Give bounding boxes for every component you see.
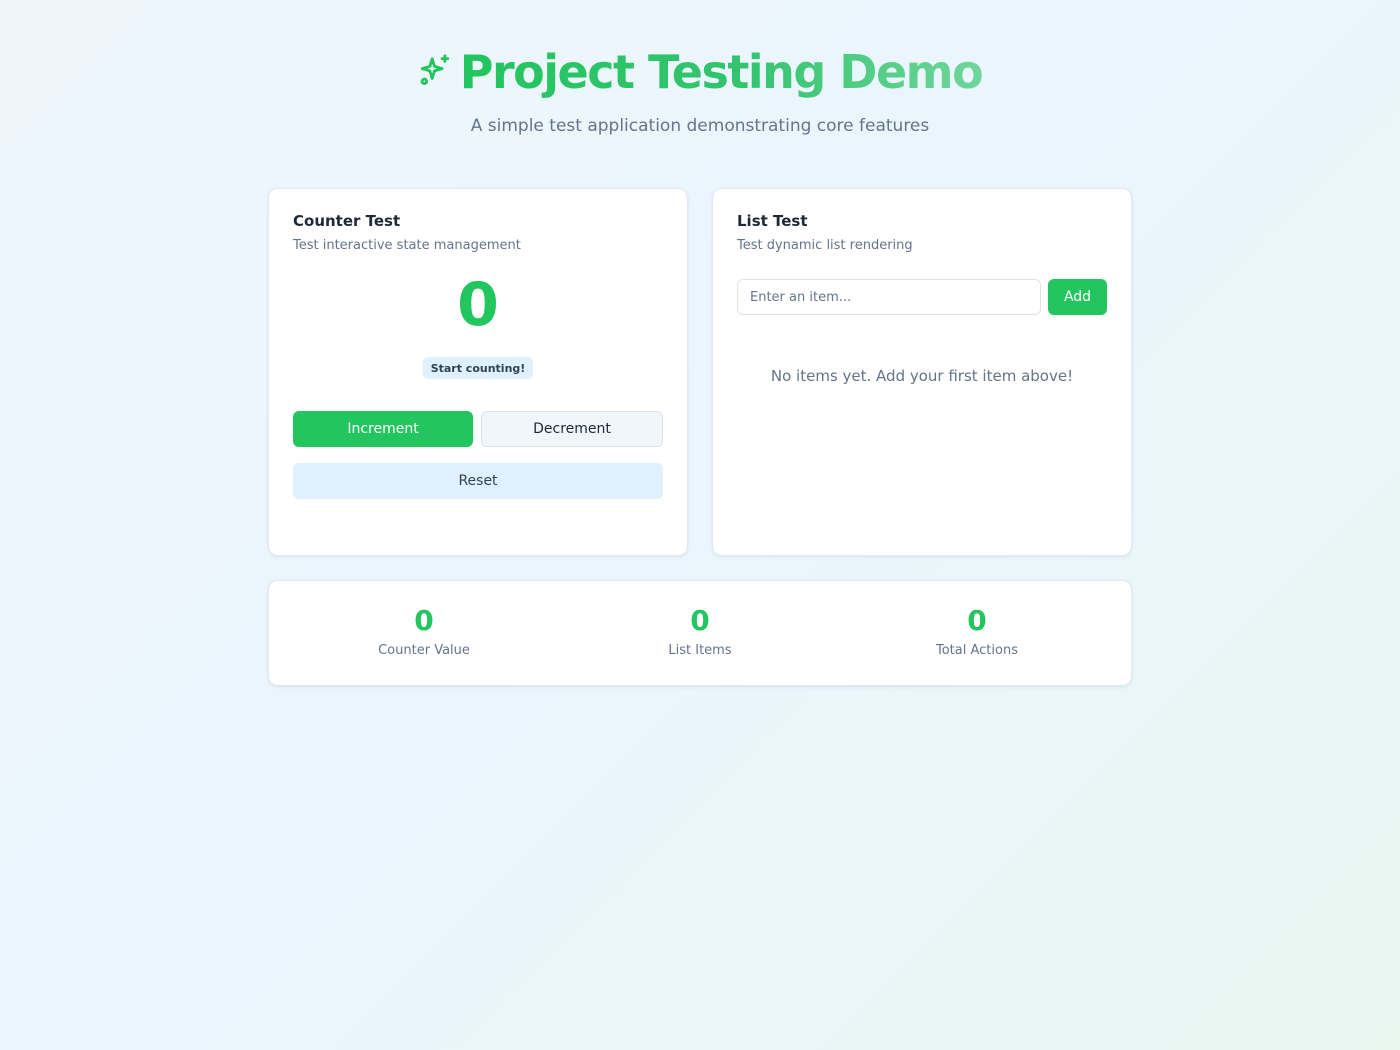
- stat-label: Counter Value: [378, 643, 470, 658]
- counter-value: 0: [457, 270, 499, 340]
- item-input[interactable]: [737, 279, 1041, 315]
- stat-label: List Items: [668, 643, 732, 658]
- stat-counter-value: 0 Counter Value: [324, 603, 524, 658]
- empty-list-message: No items yet. Add your first item above!: [770, 367, 1074, 385]
- counter-card-title: Counter Test: [293, 212, 401, 230]
- list-card-description: Test dynamic list rendering: [737, 238, 913, 253]
- stat-list-items: 0 List Items: [600, 603, 800, 658]
- page-subtitle: A simple test application demonstrating …: [470, 116, 930, 136]
- reset-button[interactable]: Reset: [293, 463, 663, 499]
- stat-label: Total Actions: [936, 643, 1018, 658]
- decrement-button[interactable]: Decrement: [481, 411, 663, 447]
- list-card: List Test Test dynamic list rendering Ad…: [712, 188, 1132, 556]
- page-header: Project Testing Demo A simple test appli…: [0, 44, 1400, 136]
- title-row: Project Testing Demo: [418, 44, 984, 100]
- stats-card: 0 Counter Value 0 List Items 0 Total Act…: [268, 580, 1132, 686]
- stat-value: 0: [690, 604, 710, 637]
- counter-card: Counter Test Test interactive state mana…: [268, 188, 688, 556]
- status-badge: Start counting!: [423, 357, 533, 379]
- increment-button[interactable]: Increment: [293, 411, 473, 447]
- list-card-title: List Test: [737, 212, 808, 230]
- add-button[interactable]: Add: [1048, 279, 1107, 315]
- counter-card-description: Test interactive state management: [293, 238, 521, 253]
- page-title: Project Testing Demo: [459, 45, 984, 99]
- stat-total-actions: 0 Total Actions: [877, 603, 1077, 658]
- stat-value: 0: [967, 604, 987, 637]
- sparkles-icon: [418, 53, 452, 91]
- stat-value: 0: [414, 604, 434, 637]
